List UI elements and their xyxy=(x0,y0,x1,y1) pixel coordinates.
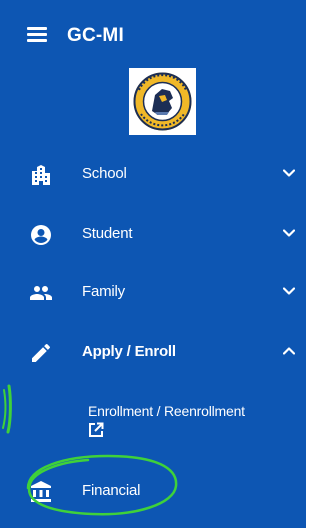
nav-item-apply-enroll[interactable]: Apply / Enroll xyxy=(0,328,306,378)
nav-label-student: Student xyxy=(82,225,133,242)
people-icon xyxy=(30,286,52,300)
nav-item-student[interactable]: Student xyxy=(0,210,306,260)
sidebar-header: GC-MI xyxy=(0,0,306,78)
bank-icon xyxy=(31,481,51,502)
nav-subitem-label: Enrollment / Reenrollment xyxy=(88,403,245,419)
nav-label-financial: Financial xyxy=(82,482,141,499)
account-circle-icon xyxy=(31,225,51,245)
school-logo[interactable] xyxy=(129,68,196,135)
chevron-down-icon[interactable] xyxy=(283,169,295,177)
pencil-icon xyxy=(32,343,50,362)
nav-label-family: Family xyxy=(82,283,125,300)
nav-label-apply-enroll: Apply / Enroll xyxy=(82,343,176,360)
nav-label-school: School xyxy=(82,165,127,182)
nav-item-family[interactable]: Family xyxy=(0,268,306,318)
chevron-down-icon[interactable] xyxy=(283,229,295,237)
nav-subitem-enrollment[interactable]: Enrollment / Reenrollment xyxy=(0,393,306,449)
external-link-icon xyxy=(89,422,104,437)
sidebar: GC-MI School Student Family Apply / Enro… xyxy=(0,0,306,528)
nav-item-financial[interactable]: Financial xyxy=(0,467,306,517)
chevron-up-icon[interactable] xyxy=(283,347,295,355)
nav-item-school[interactable]: School xyxy=(0,150,306,200)
building-icon xyxy=(32,165,50,185)
chevron-down-icon[interactable] xyxy=(283,287,295,295)
school-crest-icon xyxy=(133,72,192,131)
annotation-bracket-mark xyxy=(2,384,12,434)
right-gutter xyxy=(306,0,310,528)
app-title: GC-MI xyxy=(67,25,124,46)
hamburger-menu-icon[interactable] xyxy=(27,27,47,43)
